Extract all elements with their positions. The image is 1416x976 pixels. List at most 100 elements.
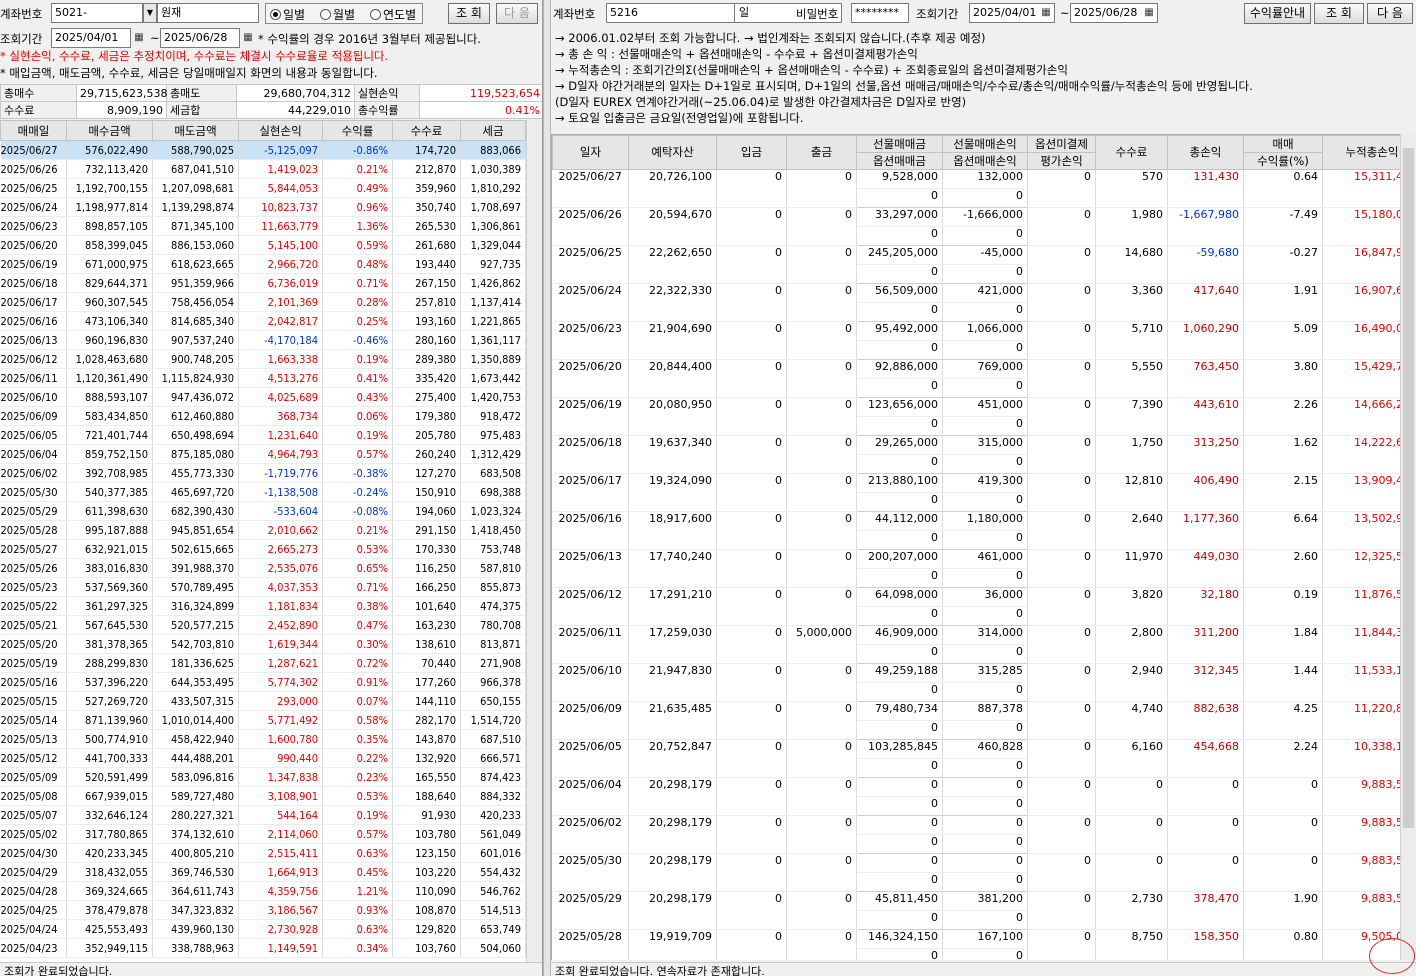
table-row[interactable]: 2025/05/12 441,700,333 444,488,201 990,440 0… [0, 748, 526, 768]
table-row[interactable]: 2025/06/23 898,857,105 871,345,100 11,663,7… [0, 216, 526, 236]
col-date[interactable]: 일자 [552, 135, 629, 170]
table-row[interactable]: 2025/06/26 20,594,670 0 0 33,297,000 -1,666,0… [552, 207, 1400, 246]
table-row[interactable]: 2025/05/14 871,139,960 1,010,014,400 5,771,… [0, 710, 526, 730]
table-row[interactable]: 2025/06/10 888,593,107 947,436,072 4,025,68… [0, 387, 526, 407]
col-withdrawal[interactable]: 출금 [786, 135, 857, 170]
col-valuation-pnl[interactable]: 평가손익 [1027, 152, 1096, 170]
col-cumulative-pnl[interactable]: 누적총손익 [1322, 135, 1400, 170]
table-row[interactable]: 2025/05/15 527,269,720 433,507,315 293,000 0… [0, 691, 526, 711]
table-row[interactable]: 2025/06/20 20,844,400 0 0 92,886,000 769,000 0… [552, 359, 1400, 398]
col-header[interactable]: 실현손익 [238, 120, 323, 141]
account-dropdown-button[interactable]: ▼ [143, 3, 157, 23]
table-row[interactable]: 2025/06/25 22,262,650 0 0 245,205,000 -45,000… [552, 245, 1400, 284]
table-row[interactable]: 2025/04/29 318,432,055 369,746,530 1,664,91… [0, 862, 526, 882]
table-row[interactable]: 2025/05/21 567,645,530 520,577,215 2,452,89… [0, 615, 526, 635]
account-input[interactable]: 5021- [51, 3, 143, 23]
left-next-button[interactable]: 다 음 [496, 3, 538, 24]
radio-daily[interactable]: 일별 [270, 6, 305, 23]
table-row[interactable]: 2025/05/16 537,396,220 644,353,495 5,774,30… [0, 672, 526, 692]
table-row[interactable]: 2025/06/13 960,196,830 907,537,240 -4,170,1… [0, 330, 526, 350]
left-search-button[interactable]: 조 회 [448, 3, 490, 24]
table-row[interactable]: 2025/06/05 721,401,744 650,498,694 1,231,64… [0, 425, 526, 445]
table-row[interactable]: 2025/05/3020,298,179000000009,883,520 [552, 853, 1400, 892]
col-options-pnl[interactable]: 옵션매매손익 [942, 152, 1028, 170]
radio-monthly[interactable]: 월별 [320, 6, 355, 23]
table-row[interactable]: 2025/06/25 1,192,700,155 1,207,098,681 5,84… [0, 178, 526, 198]
table-row[interactable]: 2025/04/25 378,479,878 347,323,832 3,186,56… [0, 900, 526, 920]
table-row[interactable]: 2025/06/13 17,740,240 0 0 200,207,000 461,000… [552, 549, 1400, 588]
table-row[interactable]: 2025/05/19 288,299,830 181,336,625 1,287,62… [0, 653, 526, 673]
table-row[interactable]: 2025/06/24 22,322,330 0 0 56,509,000 421,000 0… [552, 283, 1400, 322]
table-row[interactable]: 2025/05/13 500,774,910 458,422,940 1,600,78… [0, 729, 526, 749]
table-row[interactable]: 2025/06/16 18,917,600 0 0 44,112,000 1,180,00… [552, 511, 1400, 550]
table-row[interactable]: 2025/06/11 1,120,361,490 1,115,824,930 4,51… [0, 368, 526, 388]
col-header[interactable]: 세금 [460, 120, 526, 141]
col-header[interactable]: 매매일 [0, 120, 67, 141]
table-row[interactable]: 2025/04/24 425,553,493 439,960,130 2,730,92… [0, 919, 526, 939]
futures-options-grid[interactable]: 일자 예탁자산 입금 출금 선물매매금 선물매매손익 옵션미결제 수수료 총손익… [551, 134, 1400, 960]
table-row[interactable]: 2025/06/24 1,198,977,814 1,139,298,874 10,8… [0, 197, 526, 217]
table-row[interactable]: 2025/05/08 667,939,015 589,727,480 3,108,90… [0, 786, 526, 806]
table-row[interactable]: 2025/06/09 21,635,485 0 0 79,480,734 887,378 0… [552, 701, 1400, 740]
table-row[interactable]: 2025/06/27 576,022,490 588,790,025 -5,125,0… [0, 140, 526, 160]
table-row[interactable]: 2025/05/29 611,398,630 682,390,430 -533,604… [0, 501, 526, 521]
table-row[interactable]: 2025/06/18 19,637,340 0 0 29,265,000 315,000 0… [552, 435, 1400, 474]
panel-splitter[interactable] [543, 0, 551, 976]
table-row[interactable]: 2025/06/19 671,000,975 618,623,665 2,966,72… [0, 254, 526, 274]
right-next-button[interactable]: 다 음 [1367, 3, 1413, 24]
col-rate-percent[interactable]: 수익률(%) [1243, 152, 1323, 170]
table-row[interactable]: 2025/06/12 1,028,463,680 900,748,205 1,663,… [0, 349, 526, 369]
col-fee[interactable]: 수수료 [1095, 135, 1168, 170]
table-row[interactable]: 2025/04/23 352,949,115 338,788,963 1,149,59… [0, 938, 526, 958]
col-option-unsettled[interactable]: 옵션미결제 [1027, 135, 1096, 153]
date-from-input[interactable]: 2025/04/01 [51, 28, 131, 48]
right-vertical-scrollbar[interactable] [1400, 134, 1416, 960]
table-row[interactable]: 2025/05/20 381,378,365 542,703,810 1,619,34… [0, 634, 526, 654]
return-guide-button[interactable]: 수익률안내 [1244, 3, 1311, 24]
calendar-icon[interactable]: ▦ [131, 28, 147, 48]
table-row[interactable]: 2025/05/27 632,921,015 502,615,665 2,665,27… [0, 539, 526, 559]
password-input[interactable]: ******** [851, 3, 909, 23]
col-header[interactable]: 수수료 [392, 120, 461, 141]
daily-trade-grid[interactable]: 매매일 매수금액 매도금액 실현손익 수익률 수수료 세금 2025/06/27 576,02… [0, 120, 542, 962]
calendar-icon[interactable]: ▦ [240, 28, 256, 48]
table-row[interactable]: 2025/05/09 520,591,499 583,096,816 1,347,83… [0, 767, 526, 787]
table-row[interactable]: 2025/06/23 21,904,690 0 0 95,492,000 1,066,00… [552, 321, 1400, 360]
table-row[interactable]: 2025/05/28 995,187,888 945,851,654 2,010,66… [0, 520, 526, 540]
table-row[interactable]: 2025/06/04 859,752,150 875,185,080 4,964,79… [0, 444, 526, 464]
calendar-icon[interactable]: ▦ [1038, 3, 1054, 23]
table-row[interactable]: 2025/06/26 732,113,420 687,041,510 1,419,02… [0, 159, 526, 179]
table-row[interactable]: 2025/05/07 332,646,124 280,227,321 544,164 0… [0, 805, 526, 825]
table-row[interactable]: 2025/04/30 420,233,345 400,805,210 2,515,41… [0, 843, 526, 863]
col-futures-trade[interactable]: 선물매매금 [856, 135, 943, 153]
table-row[interactable]: 2025/05/29 20,298,179 0 0 45,811,450 381,200 0… [552, 891, 1400, 930]
left-vertical-scrollbar[interactable] [526, 120, 542, 962]
table-row[interactable]: 2025/06/20 858,399,045 886,153,060 5,145,10… [0, 235, 526, 255]
table-row[interactable]: 2025/06/10 21,947,830 0 0 49,259,188 315,285 0… [552, 663, 1400, 702]
table-row[interactable]: 2025/06/17 960,307,545 758,456,054 2,101,36… [0, 292, 526, 312]
table-row[interactable]: 2025/06/05 20,752,847 0 0 103,285,845 460,828… [552, 739, 1400, 778]
table-row[interactable]: 2025/06/16 473,106,340 814,685,340 2,042,81… [0, 311, 526, 331]
calendar-icon[interactable]: ▦ [1141, 3, 1157, 23]
table-row[interactable]: 2025/06/09 583,434,850 612,460,880 368,734 0… [0, 406, 526, 426]
table-row[interactable]: 2025/05/23 537,569,360 570,789,495 4,037,35… [0, 577, 526, 597]
table-row[interactable]: 2025/06/18 829,644,371 951,359,966 6,736,01… [0, 273, 526, 293]
col-deposit[interactable]: 입금 [716, 135, 787, 170]
col-trade-rate[interactable]: 매매 [1243, 135, 1323, 153]
table-row[interactable]: 2025/05/22 361,297,325 316,324,899 1,181,83… [0, 596, 526, 616]
col-deposit-asset[interactable]: 예탁자산 [628, 135, 717, 170]
col-options-trade[interactable]: 옵션매매금 [856, 152, 943, 170]
table-row[interactable]: 2025/06/27 20,726,100 0 0 9,528,000 132,000 0 5… [552, 169, 1400, 208]
table-row[interactable]: 2025/06/0220,298,179000000009,883,520 [552, 815, 1400, 854]
col-header[interactable]: 매수금액 [66, 120, 153, 141]
table-row[interactable]: 2025/06/17 19,324,090 0 0 213,880,100 419,300… [552, 473, 1400, 512]
col-futures-pnl[interactable]: 선물매매손익 [942, 135, 1028, 153]
col-header[interactable]: 매도금액 [152, 120, 239, 141]
date-to-input[interactable]: 2025/06/28 [160, 28, 240, 48]
table-row[interactable]: 2025/06/11 17,259,030 0 5,000,000 46,909,000… [552, 625, 1400, 664]
table-row[interactable]: 2025/06/12 17,291,210 0 0 64,098,000 36,000 0 3… [552, 587, 1400, 626]
table-row[interactable]: 2025/06/0420,298,179000000009,883,520 [552, 777, 1400, 816]
table-row[interactable]: 2025/05/28 19,919,709 0 0 146,324,150 167,100… [552, 929, 1400, 960]
table-row[interactable]: 2025/05/02 317,780,865 374,132,610 2,114,06… [0, 824, 526, 844]
col-header[interactable]: 수익률 [322, 120, 393, 141]
